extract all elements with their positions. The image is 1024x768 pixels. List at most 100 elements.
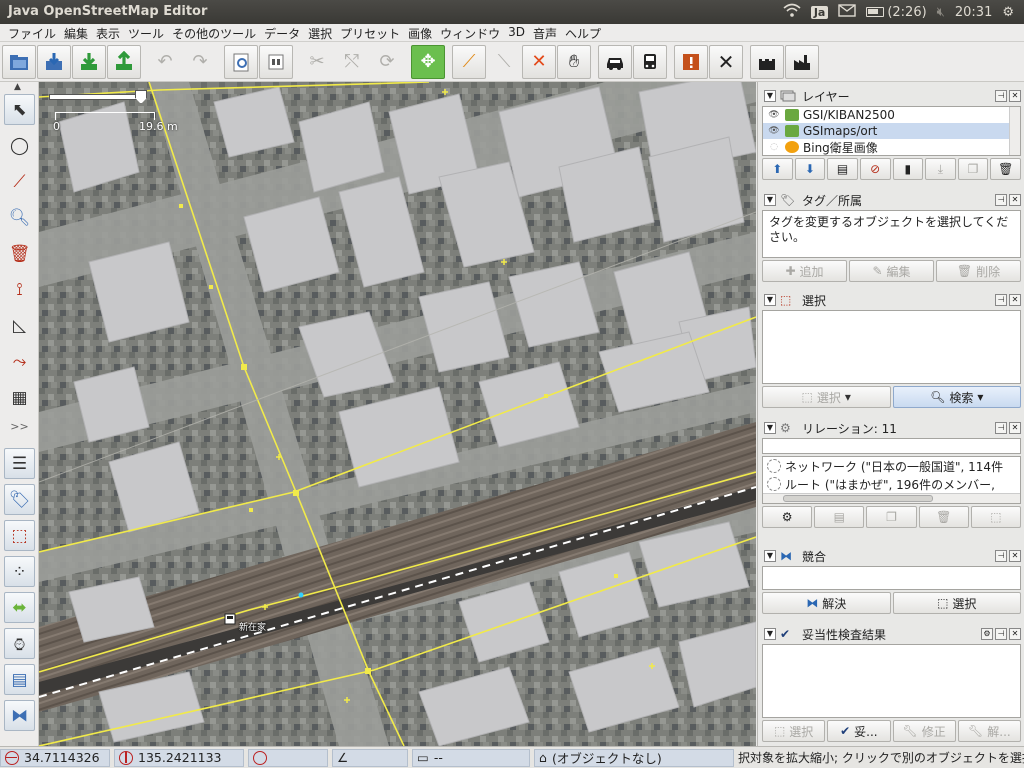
relation-filter-input[interactable]: [762, 438, 1021, 454]
more-tools-button[interactable]: >>: [4, 418, 35, 434]
close-icon[interactable]: ✕: [1009, 550, 1021, 562]
collapse-icon[interactable]: ▼: [764, 422, 776, 434]
align-nodes-line-button[interactable]: ⟍: [487, 45, 521, 79]
object-field[interactable]: ⌂ (オブジェクトなし): [534, 748, 734, 767]
hazard-preset-button[interactable]: [674, 44, 708, 79]
angle-field[interactable]: ∠: [332, 748, 408, 767]
layers-panel-header[interactable]: ▼ レイヤー ⊣ ✕: [762, 86, 1021, 106]
show-hide-button[interactable]: ⊘: [859, 158, 891, 180]
collapse-icon[interactable]: ▼: [764, 294, 776, 306]
select-button[interactable]: ⬚ 選択 ▾: [762, 386, 891, 408]
save-button[interactable]: [37, 44, 71, 79]
menu-file[interactable]: ファイル: [4, 24, 60, 41]
collapse-icon[interactable]: ▼: [764, 628, 776, 640]
validation-select-button[interactable]: ⬚ 選択: [762, 720, 826, 742]
close-icon[interactable]: ✕: [1009, 90, 1021, 102]
open-file-button[interactable]: [2, 44, 36, 79]
layer-list-scrollbar[interactable]: [1009, 107, 1020, 155]
conflict-list[interactable]: [762, 566, 1021, 590]
add-tag-button[interactable]: ✚ 追加: [762, 260, 847, 282]
delete-mode-button[interactable]: 🗑︎: [4, 238, 35, 269]
visibility-eye-icon[interactable]: 👁︎: [767, 126, 781, 136]
validation-list[interactable]: [762, 644, 1021, 718]
reverse-way-button[interactable]: ⟳: [370, 45, 404, 79]
pin-icon[interactable]: ⊣: [995, 550, 1007, 562]
download-data-button[interactable]: [72, 44, 106, 79]
menu-imagery[interactable]: 画像: [404, 24, 436, 41]
toggle-relations-button[interactable]: ⁘: [4, 556, 35, 587]
lasso-mode-button[interactable]: ◯: [4, 130, 35, 161]
toggle-history-button[interactable]: ⌚︎: [4, 628, 35, 659]
delete-tag-button[interactable]: 🗑︎ 削除: [936, 260, 1021, 282]
pin-icon[interactable]: ⊣: [995, 90, 1007, 102]
search-button[interactable]: 🔍︎ 検索 ▾: [892, 386, 1021, 408]
hand-tool-button[interactable]: ✋︎: [557, 44, 591, 79]
relation-members-button[interactable]: ▤: [814, 506, 865, 528]
menu-help[interactable]: ヘルプ: [561, 24, 605, 41]
list-item[interactable]: ネットワーク ("日本の一般国道", 114件: [763, 457, 1020, 475]
heading-field[interactable]: [248, 748, 328, 767]
split-way-button[interactable]: ✂︎: [300, 45, 334, 79]
tags-panel-header[interactable]: ▼ 🏷︎ タグ／所属 ⊣ ✕: [762, 190, 1021, 210]
wifi-icon[interactable]: [783, 3, 801, 21]
distance-field[interactable]: ▭ --: [412, 748, 530, 767]
menu-data[interactable]: データ: [260, 24, 304, 41]
factory-preset-button[interactable]: [785, 44, 819, 79]
clock[interactable]: 20:31: [955, 5, 992, 20]
zoom-mode-button[interactable]: 🔍︎: [4, 202, 35, 233]
pin-icon[interactable]: ⊣: [995, 422, 1007, 434]
map-paint-styles-button[interactable]: [259, 44, 293, 79]
select-mode-button[interactable]: ⬉: [4, 94, 35, 125]
toggle-tags-button[interactable]: 🏷︎: [4, 484, 35, 515]
pin-icon[interactable]: ⊣: [995, 628, 1007, 640]
collapse-icon[interactable]: ▼: [764, 90, 776, 102]
collapse-icon[interactable]: ▼: [764, 194, 776, 206]
longitude-field[interactable]: 135.2421133: [114, 748, 244, 767]
parallel-way-button[interactable]: ◺: [4, 310, 35, 341]
toggle-filter-button[interactable]: ▤: [4, 664, 35, 695]
menu-view[interactable]: 表示: [92, 24, 124, 41]
relations-panel-header[interactable]: ▼ ⚙︎ リレーション: 11 ⊣ ✕: [762, 418, 1021, 438]
menu-windows[interactable]: ウィンドウ: [436, 24, 504, 41]
menu-tools[interactable]: ツール: [124, 24, 168, 41]
menu-audio[interactable]: 音声: [529, 24, 561, 41]
hidden-eye-icon[interactable]: ◌: [767, 142, 781, 152]
castle-preset-button[interactable]: [750, 44, 784, 79]
selection-panel-header[interactable]: ▼ ⬚ 選択 ⊣ ✕: [762, 290, 1021, 310]
tools-preset-button[interactable]: ✕: [709, 44, 743, 79]
move-up-button[interactable]: ⬆: [762, 158, 793, 180]
collapse-icon[interactable]: ▼: [764, 550, 776, 562]
preferences-button[interactable]: [224, 44, 258, 79]
menu-presets[interactable]: プリセット: [336, 24, 404, 41]
menu-selection[interactable]: 選択: [304, 24, 336, 41]
pin-icon[interactable]: ⊣: [995, 194, 1007, 206]
building-mode-button[interactable]: ▦: [4, 382, 35, 413]
car-preset-button[interactable]: [598, 44, 632, 79]
close-icon[interactable]: ✕: [1009, 194, 1021, 206]
zoom-slider-knob[interactable]: [135, 90, 147, 104]
selection-list[interactable]: [762, 310, 1021, 384]
extrude-mode-button[interactable]: ⤳: [4, 346, 35, 377]
align-nodes-circle-button[interactable]: ⟋: [452, 44, 486, 79]
improve-way-button[interactable]: ⟟: [4, 274, 35, 305]
menu-3d[interactable]: 3D: [504, 24, 529, 41]
bus-preset-button[interactable]: [633, 44, 667, 79]
toggle-authors-button[interactable]: ⬌: [4, 592, 35, 623]
volume-icon[interactable]: 🔇︎: [937, 5, 945, 20]
opacity-button[interactable]: ▮: [892, 158, 924, 180]
select-relation-button[interactable]: ⬚: [970, 506, 1022, 528]
fix-button[interactable]: 🔧︎ 修正: [892, 720, 956, 742]
resolve-button[interactable]: ⧓ 解決: [762, 592, 891, 614]
undo-button[interactable]: ↶: [148, 45, 182, 79]
toggle-conflicts-button[interactable]: ⧓: [4, 700, 35, 731]
power-icon[interactable]: ⚙︎: [1002, 5, 1014, 20]
ignore-button[interactable]: 🔧︎ 解...: [957, 720, 1021, 742]
validation-panel-header[interactable]: ▼ ✔ 妥当性検査結果 ⚙︎ ⊣ ✕: [762, 624, 1021, 644]
layer-row[interactable]: 👁︎ GSImaps/ort: [763, 123, 1020, 139]
pin-icon[interactable]: ⊣: [995, 294, 1007, 306]
latitude-field[interactable]: 34.7114326: [0, 748, 110, 767]
visibility-eye-icon[interactable]: 👁︎: [767, 110, 781, 120]
layer-row[interactable]: 👁︎ GSI/KIBAN2500: [763, 107, 1020, 123]
conflicts-panel-header[interactable]: ▼ ⧓ 競合 ⊣ ✕: [762, 546, 1021, 566]
close-icon[interactable]: ✕: [1009, 422, 1021, 434]
